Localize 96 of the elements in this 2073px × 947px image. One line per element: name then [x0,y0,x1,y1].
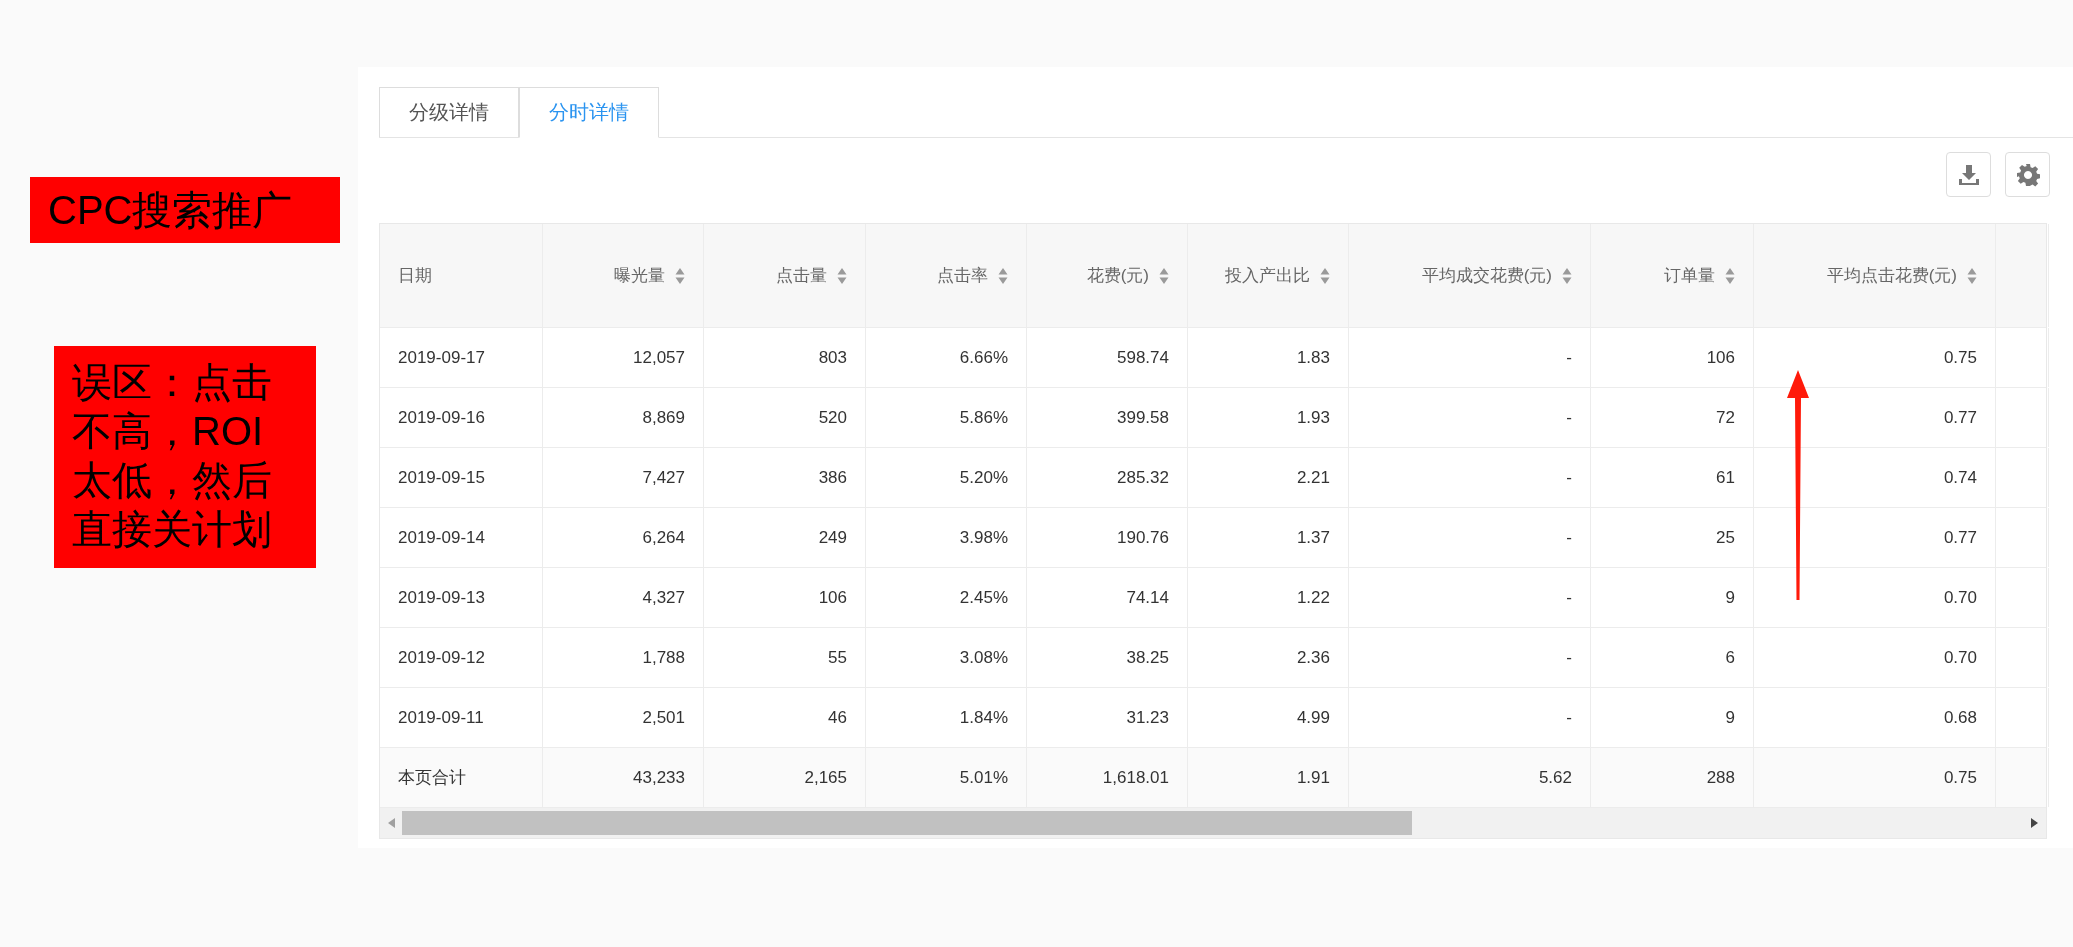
scrollbar-thumb[interactable] [402,811,1412,835]
column-header[interactable]: 花费(元) [1027,224,1188,327]
table-cell: 1.37 [1188,508,1349,567]
tab[interactable]: 分时详情 [519,87,659,138]
table-cell: 9 [1591,568,1754,627]
summary-cell: 本页合计 [380,748,543,807]
table-cell: 2,501 [543,688,704,747]
table-cell: 2019-09-12 [380,628,543,687]
summary-cell: 5.01% [866,748,1027,807]
column-header[interactable]: 订单量 [1591,224,1754,327]
table-cell: 2019-09-11 [380,688,543,747]
table-cell: 1.22 [1188,568,1349,627]
table-cell: 106 [1591,328,1754,387]
column-header[interactable]: 日期 [380,224,543,327]
sort-icon[interactable] [1967,266,1977,285]
table-cell: 2.45% [866,568,1027,627]
summary-cell: 2,165 [704,748,866,807]
table-cell: 12,057 [543,328,704,387]
column-header[interactable]: 曝光量 [543,224,704,327]
download-icon [1957,163,1980,186]
summary-cell: 43,233 [543,748,704,807]
sort-icon[interactable] [998,266,1008,285]
table-cell: - [1349,508,1591,567]
table-cell: 1.84% [866,688,1027,747]
table-cell: 4.99 [1188,688,1349,747]
table-cell: 6.66% [866,328,1027,387]
table-cell: 3.08% [866,628,1027,687]
table-cell: - [1349,388,1591,447]
table-cell: 2019-09-14 [380,508,543,567]
table-cell: - [1349,328,1591,387]
table-cell: 2019-09-16 [380,388,543,447]
table-cell: - [1349,448,1591,507]
download-button[interactable] [1946,152,1991,197]
table-cell: 2019-09-17 [380,328,543,387]
summary-cell: 5.62 [1349,748,1591,807]
column-header[interactable]: 平均成交花费(元) [1349,224,1591,327]
table-cell: 5.20% [866,448,1027,507]
table-cell: 0.68 [1754,688,1996,747]
table-cell: 249 [704,508,866,567]
scroll-right-icon[interactable] [2030,818,2038,828]
table-cell: 6,264 [543,508,704,567]
table-cell: 2.36 [1188,628,1349,687]
table-cell: 38.25 [1027,628,1188,687]
table-cell: 803 [704,328,866,387]
sort-icon[interactable] [1159,266,1169,285]
table-cell: 9 [1591,688,1754,747]
table-cell: 0.70 [1754,628,1996,687]
table-cell: 4,327 [543,568,704,627]
summary-cell: 1.91 [1188,748,1349,807]
table-cell: - [1349,688,1591,747]
sort-icon[interactable] [1725,266,1735,285]
column-header[interactable]: 投入产出比 [1188,224,1349,327]
annotation-label: CPC搜索推广 [30,177,340,243]
table-cell: 7,427 [543,448,704,507]
table-cell: 598.74 [1027,328,1188,387]
table-cell: 72 [1591,388,1754,447]
table-cell: 190.76 [1027,508,1188,567]
table-cell: - [1349,628,1591,687]
table-cell: 399.58 [1027,388,1188,447]
summary-cell: 0.75 [1754,748,1996,807]
table-cell: 61 [1591,448,1754,507]
settings-button[interactable] [2005,152,2050,197]
horizontal-scrollbar[interactable] [380,808,2046,838]
table-cell: 55 [704,628,866,687]
table-cell: 74.14 [1027,568,1188,627]
table-cell: 285.32 [1027,448,1188,507]
column-header[interactable]: 点击量 [704,224,866,327]
table-cell: 1,788 [543,628,704,687]
sort-icon[interactable] [1320,266,1330,285]
table-cell: 5.86% [866,388,1027,447]
table-cell: 3.98% [866,508,1027,567]
sort-icon[interactable] [675,266,685,285]
table-cell: - [1349,568,1591,627]
table-cell: 106 [704,568,866,627]
settings-icon [2015,162,2040,187]
table-cell: 6 [1591,628,1754,687]
table-cell: 386 [704,448,866,507]
sort-icon[interactable] [1562,266,1572,285]
table-cell: 1.83 [1188,328,1349,387]
table-cell: 31.23 [1027,688,1188,747]
summary-cell: 1,618.01 [1027,748,1188,807]
column-header[interactable]: 平均点击花费(元) [1754,224,1996,327]
column-header[interactable]: 点击率 [866,224,1027,327]
tab[interactable]: 分级详情 [379,87,519,137]
table-cell: 46 [704,688,866,747]
scroll-left-icon[interactable] [388,818,396,828]
table-cell: 2019-09-13 [380,568,543,627]
table-cell: 2.21 [1188,448,1349,507]
summary-cell: 288 [1591,748,1754,807]
table-cell: 2019-09-15 [380,448,543,507]
table-cell: 520 [704,388,866,447]
sort-icon[interactable] [837,266,847,285]
table-cell: 25 [1591,508,1754,567]
table-cell: 8,869 [543,388,704,447]
table-cell: 1.93 [1188,388,1349,447]
annotation-note: 误区：点击不高，ROI太低，然后直接关计划 [54,346,316,568]
